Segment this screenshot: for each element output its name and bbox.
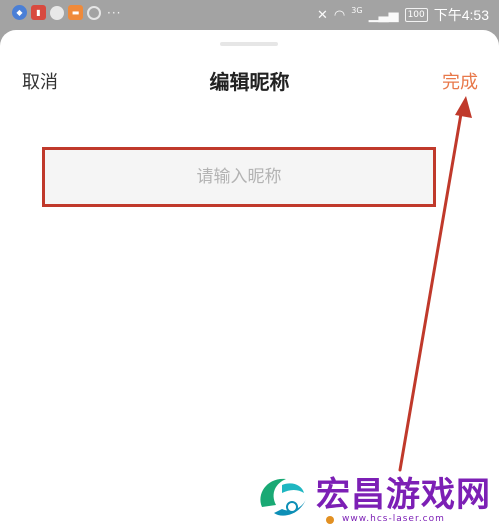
watermark-dot [326,516,334,524]
watermark-site-name: 宏昌游戏网 [316,475,491,515]
network-type: 3G [351,5,363,15]
more-notifications-icon: ··· [107,5,122,20]
done-button[interactable]: 完成 [442,68,478,94]
sheet-drag-handle[interactable] [220,42,278,46]
message-icon [50,5,64,20]
battery-icon: 100 [404,8,428,22]
nickname-field-highlight [42,147,436,207]
status-time: 下午4:53 [433,7,489,23]
sync-icon [87,5,101,20]
watermark-logo-icon [260,478,306,516]
edit-nickname-sheet: 取消 编辑昵称 完成 [0,30,499,529]
page-title: 编辑昵称 [209,70,290,94]
app-notification-icon: ▬ [68,5,83,20]
signal-icon: ▁▃▅ [368,7,399,23]
status-bar: ◆ ▮ ▬ ··· ✕ ◠ 3G ▁▃▅ 100 下午4:53 [0,0,499,28]
system-icons: ✕ ◠ 3G ▁▃▅ 100 下午4:53 [317,5,489,25]
news-app-icon: ▮ [31,5,46,20]
app-notification-icon: ◆ [12,5,27,20]
site-watermark: 宏昌游戏网 www.hcs-laser.com [250,463,499,529]
notification-icons: ◆ ▮ ▬ ··· [12,5,121,20]
watermark-url: www.hcs-laser.com [342,514,445,524]
mute-icon: ✕ [317,7,328,23]
wifi-icon: ◠ [333,7,346,23]
nickname-input[interactable] [45,150,433,204]
